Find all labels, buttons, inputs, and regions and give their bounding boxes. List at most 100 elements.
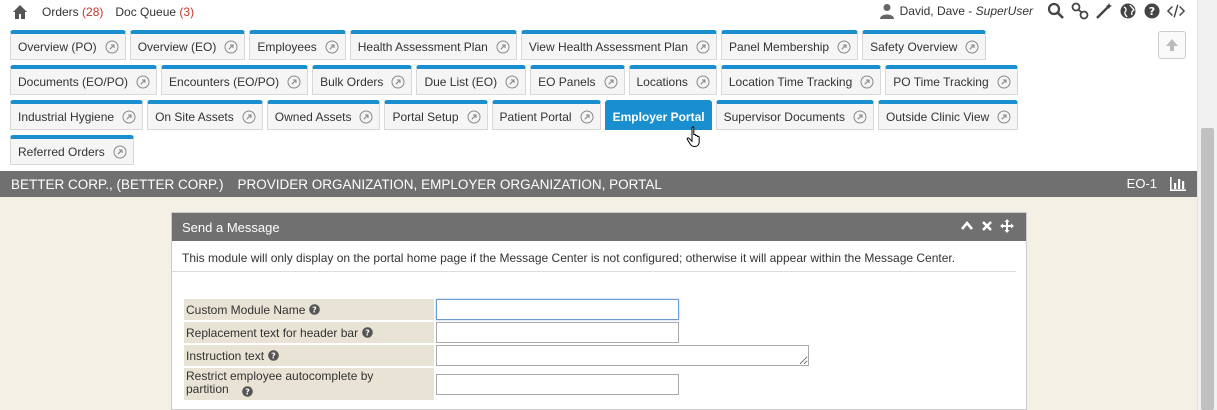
tab-patient-portal[interactable]: Patient Portal [491,100,601,130]
content-area: Send a Message This module will only dis… [0,197,1197,410]
open-external-icon[interactable] [325,40,339,54]
open-external-icon[interactable] [604,75,618,89]
tab-safety-overview[interactable]: Safety Overview [862,30,987,60]
tab-encounters-eo-po[interactable]: Encounters (EO/PO) [161,65,309,95]
panel-title: Send a Message [182,219,280,235]
tab-label: Industrial Hygiene [18,109,115,124]
doc-queue-label: Doc Queue [115,5,177,19]
vertical-scrollbar[interactable] [1197,0,1217,410]
home-icon[interactable] [12,4,28,20]
field-label: Replacement text for header bar? [184,322,434,343]
close-icon[interactable] [980,219,994,233]
open-external-icon[interactable] [113,145,127,159]
field-label-text: Custom Module Name [186,302,306,317]
tab-label: Encounters (EO/PO) [169,74,280,89]
open-external-icon[interactable] [997,75,1011,89]
open-external-icon[interactable] [391,75,405,89]
module-note: This module will only display on the por… [172,241,1016,272]
tab-referred-orders[interactable]: Referred Orders [10,135,134,165]
open-external-icon[interactable] [853,110,867,124]
scroll-to-top-button[interactable] [1158,31,1186,59]
tab-locations[interactable]: Locations [628,65,717,95]
tab-view-health-assessment-plan[interactable]: View Health Assessment Plan [520,30,718,60]
magic-wand-icon[interactable] [1095,2,1113,20]
bar-chart-icon[interactable] [1169,176,1187,192]
open-external-icon[interactable] [860,75,874,89]
open-external-icon[interactable] [997,110,1011,124]
top-bar: Orders (28) Doc Queue (3) David, Dave - … [0,0,1197,24]
tab-on-site-assets[interactable]: On Site Assets [147,100,263,130]
doc-queue-link[interactable]: Doc Queue (3) [115,5,194,19]
open-external-icon[interactable] [965,40,979,54]
open-external-icon[interactable] [696,75,710,89]
help-icon[interactable]: ? [309,304,321,315]
tab-supervisor-documents[interactable]: Supervisor Documents [715,100,874,130]
tab-po-time-tracking[interactable]: PO Time Tracking [885,65,1018,95]
tab-label: View Health Assessment Plan [528,39,689,54]
restrict-employee-autocomplete-by-partition-input[interactable] [436,373,679,395]
help-icon[interactable]: ? [362,327,373,338]
tab-outside-clinic-view[interactable]: Outside Clinic View [878,100,1019,130]
tab-label: EO Panels [538,74,596,89]
open-external-icon[interactable] [496,40,510,54]
help-icon[interactable]: ? [268,350,279,361]
code-icon[interactable] [1167,2,1185,20]
open-external-icon[interactable] [359,110,373,124]
tab-label: On Site Assets [155,109,234,124]
field-label-text: Instruction text [186,348,265,363]
link-icon[interactable] [1071,2,1089,20]
orders-count: (28) [82,5,104,19]
orders-label: Orders [42,5,79,19]
tab-bulk-orders[interactable]: Bulk Orders [312,65,413,95]
open-external-icon[interactable] [287,75,301,89]
tab-label: Portal Setup [392,109,459,124]
open-external-icon[interactable] [696,40,710,54]
tab-due-list-eo[interactable]: Due List (EO) [416,65,527,95]
open-external-icon[interactable] [505,75,519,89]
tab-documents-eo-po[interactable]: Documents (EO/PO) [10,65,158,95]
tab-overview-eo[interactable]: Overview (EO) [129,30,246,60]
globe-icon[interactable] [1119,2,1137,20]
tab-industrial-hygiene[interactable]: Industrial Hygiene [10,100,144,130]
field-value [434,299,679,320]
org-types: PROVIDER ORGANIZATION, EMPLOYER ORGANIZA… [237,176,662,192]
tab-owned-assets[interactable]: Owned Assets [266,100,381,130]
open-external-icon[interactable] [224,40,238,54]
instruction-text-input[interactable] [436,345,809,366]
tab-location-time-tracking[interactable]: Location Time Tracking [720,65,882,95]
user-display[interactable]: David, Dave - SuperUser [900,4,1033,18]
field-label-text: Replacement text for header bar [186,325,359,340]
open-external-icon[interactable] [136,75,150,89]
open-external-icon[interactable] [105,40,119,54]
user-role: SuperUser [975,4,1033,18]
tab-label: Due List (EO) [424,74,498,89]
open-external-icon[interactable] [242,110,256,124]
tab-label: Overview (PO) [18,39,97,54]
collapse-icon[interactable] [960,219,974,233]
help-icon[interactable]: ? [1143,2,1161,20]
tab-eo-panels[interactable]: EO Panels [530,65,625,95]
field-label-text: Restrict employee autocomplete by partit… [186,369,374,396]
tab-label: Panel Membership [729,39,830,54]
scrollbar-thumb[interactable] [1201,128,1214,410]
custom-module-name-input[interactable] [436,299,679,320]
tab-overview-po[interactable]: Overview (PO) [10,30,126,60]
open-external-icon[interactable] [837,40,851,54]
open-external-icon[interactable] [467,110,481,124]
orders-link[interactable]: Orders (28) [42,5,103,19]
tab-employees[interactable]: Employees [249,30,346,60]
open-external-icon[interactable] [122,110,136,124]
tab-panel-membership[interactable]: Panel Membership [721,30,859,60]
replacement-text-for-header-bar-input[interactable] [436,322,679,343]
tab-employer-portal[interactable]: Employer Portal [604,100,712,130]
tab-label: PO Time Tracking [893,74,989,89]
tab-portal-setup[interactable]: Portal Setup [384,100,488,130]
move-icon[interactable] [1000,219,1014,233]
tab-label: Patient Portal [499,109,572,124]
help-icon[interactable]: ? [242,386,253,397]
open-external-icon[interactable] [580,110,594,124]
tab-health-assessment-plan[interactable]: Health Assessment Plan [349,30,517,60]
search-icon[interactable] [1047,2,1065,20]
field-value [434,322,679,343]
tab-label: Documents (EO/PO) [18,74,129,89]
